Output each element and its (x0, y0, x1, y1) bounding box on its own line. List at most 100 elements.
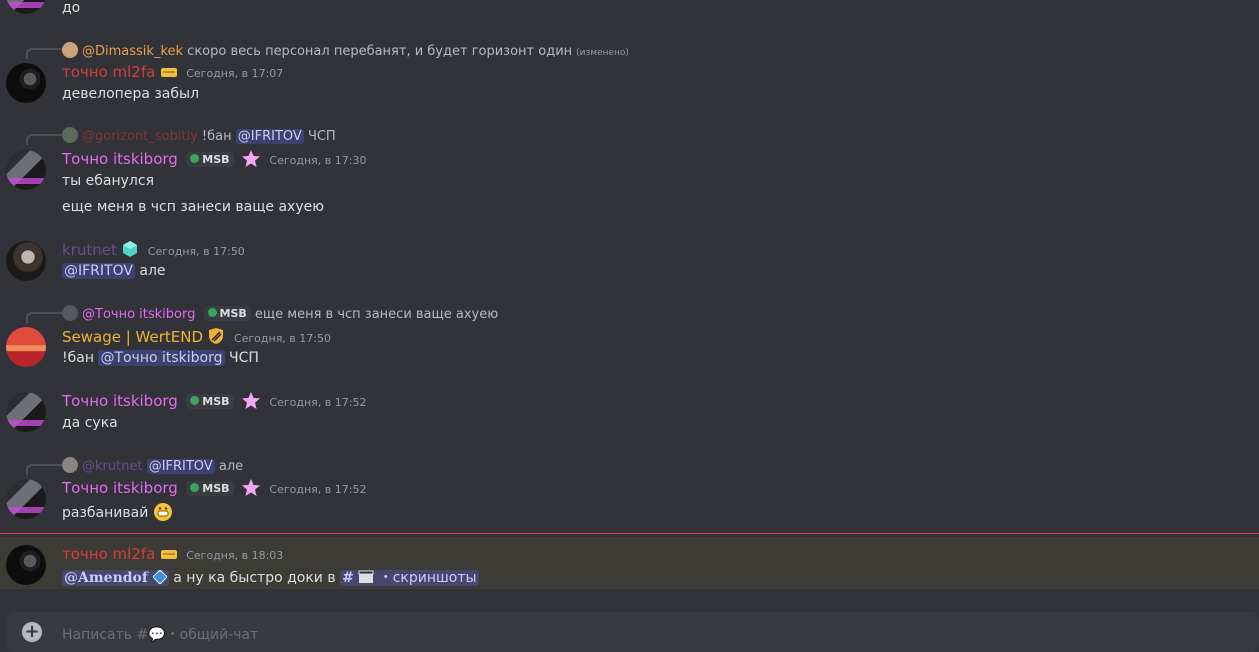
reply-connector (26, 464, 62, 475)
clapper-icon (358, 570, 374, 586)
message-prefix: !бан (62, 350, 94, 366)
message-body: а ну ка быстро доки в (173, 570, 336, 586)
edited-label: (изменено) (576, 48, 629, 58)
message-text: @Amendof а ну ка быстро доки в # ・скринш… (62, 567, 479, 587)
leaf-icon (190, 396, 200, 405)
message-composer[interactable]: + Написать #💬・общий-чат (6, 612, 1259, 652)
guild-tag-label: MSB (202, 395, 230, 408)
timestamp: Сегодня, в 17:52 (269, 396, 367, 409)
message-text: еще меня в чсп занеси ваще ахуею (62, 199, 325, 215)
avatar[interactable] (6, 479, 46, 519)
author-name[interactable]: точно ml2fa (62, 545, 155, 563)
reply-prefix: !бан (201, 129, 232, 144)
avatar[interactable] (6, 241, 46, 281)
reply-preview[interactable]: @Dimassik_kek скоро весь персонал переба… (62, 42, 629, 59)
reply-preview[interactable]: @Точно itskiborg MSB еще меня в чсп зане… (62, 305, 498, 322)
timestamp: Сегодня, в 17:30 (269, 154, 367, 167)
reply-suffix: ЧСП (307, 129, 336, 144)
message-header: Точно itskiborg MSB Сегодня, в 17:52 (62, 479, 366, 497)
avatar[interactable] (6, 150, 46, 190)
new-messages-divider (0, 533, 1259, 534)
guild-tag[interactable]: MSB (186, 481, 234, 496)
message-header: Точно itskiborg MSB Сегодня, в 17:52 (62, 392, 366, 410)
message-text: разбанивай (62, 502, 173, 522)
leaf-icon (190, 154, 200, 163)
reply-author[interactable]: @Точно itskiborg (82, 307, 195, 322)
guild-tag-label: MSB (202, 153, 230, 166)
message-text: !бан @Точно itskiborg ЧСП (62, 350, 259, 366)
author-name[interactable]: krutnet (62, 241, 117, 259)
reply-preview[interactable]: @krutnet @IFRITOV але (62, 457, 243, 474)
reply-text: скоро весь персонал перебанят, и будет г… (187, 44, 573, 59)
channel-link[interactable]: # ・скриншоты (340, 570, 479, 586)
leaf-icon (190, 483, 200, 492)
reply-connector (26, 134, 62, 145)
message-text: до (62, 0, 81, 16)
avatar[interactable] (6, 392, 46, 432)
reply-mention[interactable]: @IFRITOV (146, 459, 215, 474)
guild-tag[interactable]: MSB (203, 306, 251, 321)
message-text: ты ебанулся (62, 173, 154, 189)
message-body: разбанивай (62, 505, 149, 521)
message-body: але (139, 263, 166, 279)
mention[interactable]: @IFRITOV (62, 263, 135, 279)
message-text: да сука (62, 415, 118, 431)
timestamp: Сегодня, в 17:07 (186, 67, 284, 80)
composer-placeholder[interactable]: Написать #💬・общий-чат (62, 624, 258, 644)
hash-icon: # (342, 570, 354, 586)
reply-text: еще меня в чсп занеси ваще ахуею (254, 307, 499, 322)
reply-avatar (62, 127, 78, 143)
timestamp: Сегодня, в 18:03 (186, 549, 284, 562)
mention[interactable]: @Точно itskiborg (98, 350, 225, 366)
message-header: krutnet Сегодня, в 17:50 (62, 240, 245, 259)
reply-author[interactable]: @gorizont_sobitiy (82, 129, 198, 144)
avatar[interactable] (6, 0, 46, 14)
guild-tag-label: MSB (219, 307, 247, 320)
reply-text: але (218, 459, 244, 474)
timestamp: Сегодня, в 17:50 (233, 332, 331, 345)
reply-avatar (62, 457, 78, 473)
channel-name: скриншоты (392, 570, 477, 586)
crown-icon (160, 547, 178, 563)
reply-avatar (62, 305, 78, 321)
reply-connector (26, 48, 62, 59)
mention[interactable]: @Amendof (62, 569, 169, 586)
author-name[interactable]: Точно itskiborg (62, 479, 178, 497)
crown-icon (160, 65, 178, 81)
reply-author[interactable]: @krutnet (82, 459, 143, 474)
author-name[interactable]: Точно itskiborg (62, 150, 178, 168)
sparkle-icon (238, 392, 261, 410)
cube-icon (121, 241, 139, 259)
avatar[interactable] (6, 327, 46, 367)
author-name[interactable]: точно ml2fa (62, 63, 155, 81)
avatar[interactable] (6, 545, 46, 585)
message-text: девелопера забыл (62, 86, 200, 102)
guild-tag-label: MSB (202, 482, 230, 495)
message-suffix: ЧСП (228, 350, 259, 366)
reply-mention[interactable]: @IFRITOV (235, 129, 304, 144)
reply-avatar (62, 42, 78, 58)
plus-icon[interactable]: + (22, 622, 42, 642)
mention-label: @Amendof (64, 570, 148, 586)
message-header: точно ml2fa Сегодня, в 18:03 (62, 545, 283, 563)
guild-tag[interactable]: MSB (186, 152, 234, 167)
leaf-icon (207, 308, 217, 317)
author-name[interactable]: Точно itskiborg (62, 392, 178, 410)
message-header: Sewage | WertEND Сегодня, в 17:50 (62, 327, 331, 346)
reply-preview[interactable]: @gorizont_sobitiy !бан @IFRITOV ЧСП (62, 127, 336, 144)
diamond-icon (152, 569, 168, 586)
reply-connector (26, 312, 62, 323)
grin-emoji-icon (153, 503, 173, 521)
sparkle-icon (238, 150, 261, 168)
guild-tag[interactable]: MSB (186, 394, 234, 409)
avatar[interactable] (6, 63, 46, 103)
message-header: Точно itskiborg MSB Сегодня, в 17:30 (62, 150, 366, 168)
message-header: точно ml2fa Сегодня, в 17:07 (62, 63, 283, 81)
shield-badge-icon (207, 328, 225, 346)
timestamp: Сегодня, в 17:52 (269, 483, 367, 496)
sparkle-icon (238, 479, 261, 497)
reply-author[interactable]: @Dimassik_kek (82, 44, 183, 59)
message-text: @IFRITOV але (62, 263, 166, 279)
author-name[interactable]: Sewage | WertEND (62, 328, 203, 346)
timestamp: Сегодня, в 17:50 (147, 245, 245, 258)
